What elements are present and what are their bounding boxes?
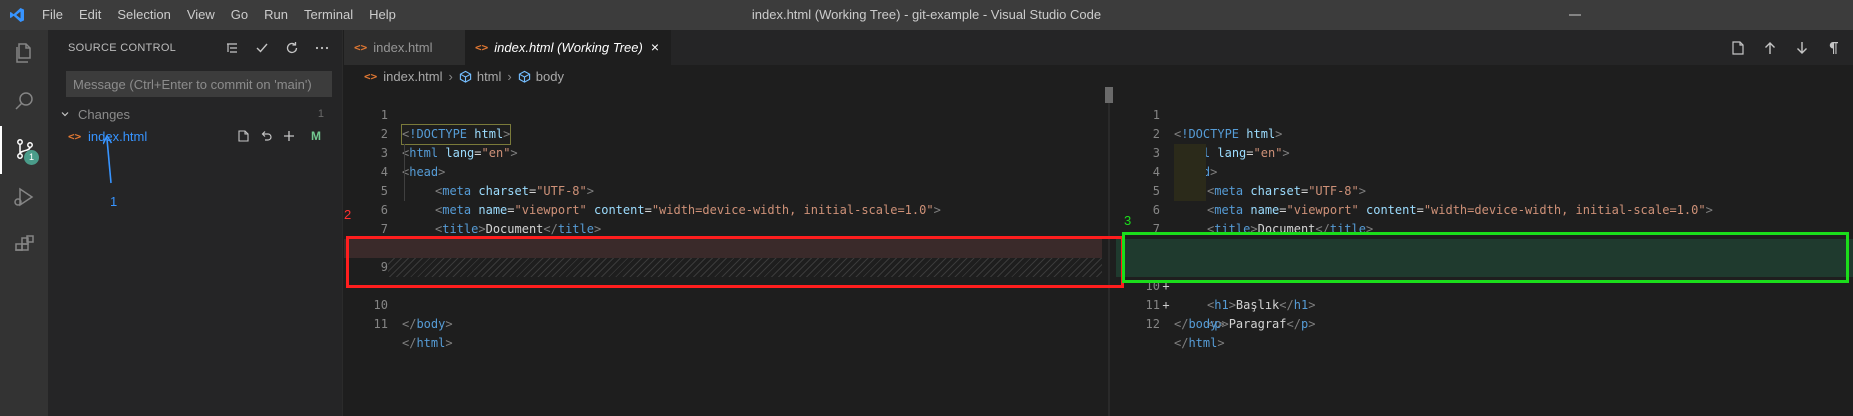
sidebar-header: SOURCE CONTROL <box>48 30 342 65</box>
files-icon <box>12 41 36 68</box>
annotation-box-removed <box>346 236 1124 288</box>
breadcrumb: <> index.html › html › body <box>344 65 1853 87</box>
menu-run[interactable]: Run <box>256 0 296 30</box>
line-number: 12 <box>1145 317 1160 331</box>
html-file-icon: <> <box>68 129 82 143</box>
menu-terminal[interactable]: Terminal <box>296 0 361 30</box>
open-file-icon[interactable] <box>235 128 251 144</box>
code-line: 2 <html lang="en"> <box>344 106 1102 160</box>
html-file-icon: <> <box>354 41 368 54</box>
code-line: 6 <title>Document</title> <box>1116 182 1853 236</box>
code-line: 6 <title>Document</title> <box>344 182 1102 236</box>
chevron-right-icon: › <box>507 68 512 84</box>
html-file-icon: <> <box>364 69 378 83</box>
minimize-icon[interactable] <box>1567 6 1583 24</box>
open-file-icon[interactable] <box>1729 39 1747 57</box>
modified-status-badge: M <box>311 129 321 143</box>
annotation-arrow-icon <box>103 135 113 184</box>
search-button[interactable] <box>0 78 48 126</box>
vscode-logo-icon <box>0 0 34 30</box>
commit-message-input[interactable] <box>66 71 332 97</box>
stage-changes-icon[interactable] <box>281 128 297 144</box>
code-line: 7 </head> <box>1116 201 1853 255</box>
menu-bar: File Edit Selection View Go Run Terminal… <box>34 0 404 30</box>
code-line: 3 <head> <box>344 125 1102 179</box>
scrollbar-thumb[interactable] <box>1105 87 1113 103</box>
menu-view[interactable]: View <box>179 0 223 30</box>
changed-file-name: index.html <box>88 128 148 144</box>
tab-label: index.html (Working Tree) <box>494 39 643 55</box>
view-as-tree-icon[interactable] <box>222 38 242 58</box>
changes-count: 1 <box>317 108 324 120</box>
element-icon <box>518 69 532 83</box>
discard-changes-icon[interactable] <box>258 128 274 144</box>
refresh-icon[interactable] <box>282 38 302 58</box>
menu-edit[interactable]: Edit <box>71 0 109 30</box>
changes-section-header[interactable]: Changes 1 <box>48 103 342 125</box>
close-icon[interactable]: × <box>651 39 659 55</box>
annotation-label-2: 2 <box>344 207 352 222</box>
menu-go[interactable]: Go <box>223 0 256 30</box>
sidebar-title: SOURCE CONTROL <box>68 41 177 54</box>
chevron-down-icon <box>60 109 76 119</box>
breadcrumb-body[interactable]: body <box>536 69 564 84</box>
breadcrumb-html[interactable]: html <box>477 69 502 84</box>
chevron-right-icon: › <box>448 68 453 84</box>
code-line: 12 </html> <box>1116 296 1853 350</box>
editor-actions <box>1729 30 1843 65</box>
changes-label: Changes <box>78 106 131 122</box>
code-line: 1 <!DOCTYPE html> <box>1116 87 1853 141</box>
code-token: body <box>1188 317 1218 331</box>
changed-file-item[interactable]: <> index.html M <box>48 125 342 147</box>
search-icon <box>12 89 36 116</box>
element-icon <box>459 69 473 83</box>
next-change-icon[interactable] <box>1793 39 1811 57</box>
extensions-button[interactable] <box>0 222 48 270</box>
activity-bar: 1 <box>0 30 48 416</box>
annotation-box-added <box>1122 232 1849 283</box>
editor-tabs: <> index.html <> index.html (Working Tre… <box>344 30 1853 65</box>
title-bar: File Edit Selection View Go Run Terminal… <box>0 0 1853 30</box>
commit-check-icon[interactable] <box>252 38 272 58</box>
tab-index-html[interactable]: <> index.html <box>344 30 465 65</box>
code-line: 1 <!DOCTYPE html> <box>344 87 1102 145</box>
menu-file[interactable]: File <box>34 0 71 30</box>
run-debug-icon <box>12 185 36 212</box>
html-file-icon: <> <box>475 40 489 54</box>
code-token: body <box>416 317 446 331</box>
menu-selection[interactable]: Selection <box>109 0 178 30</box>
source-control-sidebar: SOURCE CONTROL Changes 1 <> index.html <box>48 30 343 416</box>
show-whitespace-icon[interactable] <box>1825 39 1843 57</box>
tab-index-html-working-tree[interactable]: <> index.html (Working Tree) × <box>465 30 671 65</box>
code-line: 5 <meta name="viewport" content="width=d… <box>1116 163 1853 217</box>
breadcrumb-file[interactable]: index.html <box>383 69 442 84</box>
code-token: html <box>1188 336 1218 350</box>
run-debug-button[interactable] <box>0 174 48 222</box>
line-number: 11 <box>373 317 388 331</box>
code-line: 5 <meta name="viewport" content="width=d… <box>344 163 1102 217</box>
previous-change-icon[interactable] <box>1761 39 1779 57</box>
code-line: 7 </head> <box>344 201 1102 255</box>
code-line: 4 <meta charset="UTF-8"> <box>1116 144 1853 198</box>
explorer-button[interactable] <box>0 30 48 78</box>
sidebar-actions <box>222 30 332 65</box>
annotation-label-1: 1 <box>110 194 118 209</box>
code-line: 11 </html> <box>344 296 1102 350</box>
code-token: html <box>416 336 446 350</box>
more-actions-icon[interactable] <box>312 38 332 58</box>
code-line: 4 <meta charset="UTF-8"> <box>344 144 1102 198</box>
file-actions: M <box>235 128 324 144</box>
extensions-icon <box>12 233 36 260</box>
menu-help[interactable]: Help <box>361 0 404 30</box>
source-control-badge: 1 <box>24 150 39 165</box>
code-line: 2 <html lang="en"> <box>1116 106 1853 160</box>
code-line: 3 <head> <box>1116 125 1853 179</box>
indent-guide <box>404 144 405 201</box>
code-token: Paragraf <box>1228 317 1287 331</box>
annotation-label-3: 3 <box>1124 213 1132 228</box>
source-control-button[interactable]: 1 <box>0 126 48 174</box>
tab-label: index.html <box>373 40 433 55</box>
